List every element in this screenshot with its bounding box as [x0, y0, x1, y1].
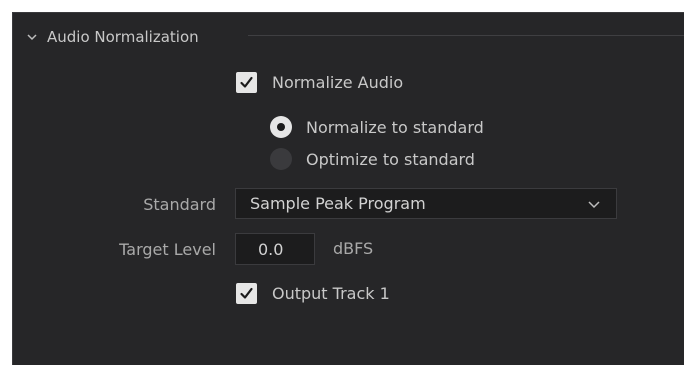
- section-title: Audio Normalization: [47, 28, 199, 46]
- normalize-audio-label: Normalize Audio: [272, 73, 404, 92]
- output-track-checkbox[interactable]: [236, 283, 257, 304]
- checkmark-icon: [240, 287, 253, 299]
- output-track-label: Output Track 1: [272, 284, 390, 303]
- target-level-unit: dBFS: [333, 239, 374, 258]
- standard-dropdown[interactable]: Sample Peak Program: [235, 188, 617, 219]
- radio-dot: [277, 123, 285, 131]
- radio-normalize-label: Normalize to standard: [306, 118, 484, 137]
- audio-normalization-panel: Audio Normalization Normalize Audio Norm…: [12, 12, 684, 365]
- chevron-down-icon: [586, 196, 602, 212]
- standard-dropdown-value: Sample Peak Program: [250, 194, 426, 213]
- radio-optimize-to-standard[interactable]: [270, 148, 292, 170]
- radio-normalize-to-standard[interactable]: [270, 116, 292, 138]
- standard-label: Standard: [143, 195, 216, 214]
- radio-optimize-label: Optimize to standard: [306, 150, 475, 169]
- target-level-input[interactable]: 0.0: [235, 233, 315, 265]
- normalize-audio-checkbox[interactable]: [236, 72, 257, 93]
- section-divider: [248, 35, 684, 36]
- chevron-down-icon[interactable]: [25, 30, 39, 44]
- section-header[interactable]: Audio Normalization: [25, 25, 199, 49]
- target-level-label: Target Level: [119, 240, 216, 259]
- checkmark-icon: [240, 76, 253, 88]
